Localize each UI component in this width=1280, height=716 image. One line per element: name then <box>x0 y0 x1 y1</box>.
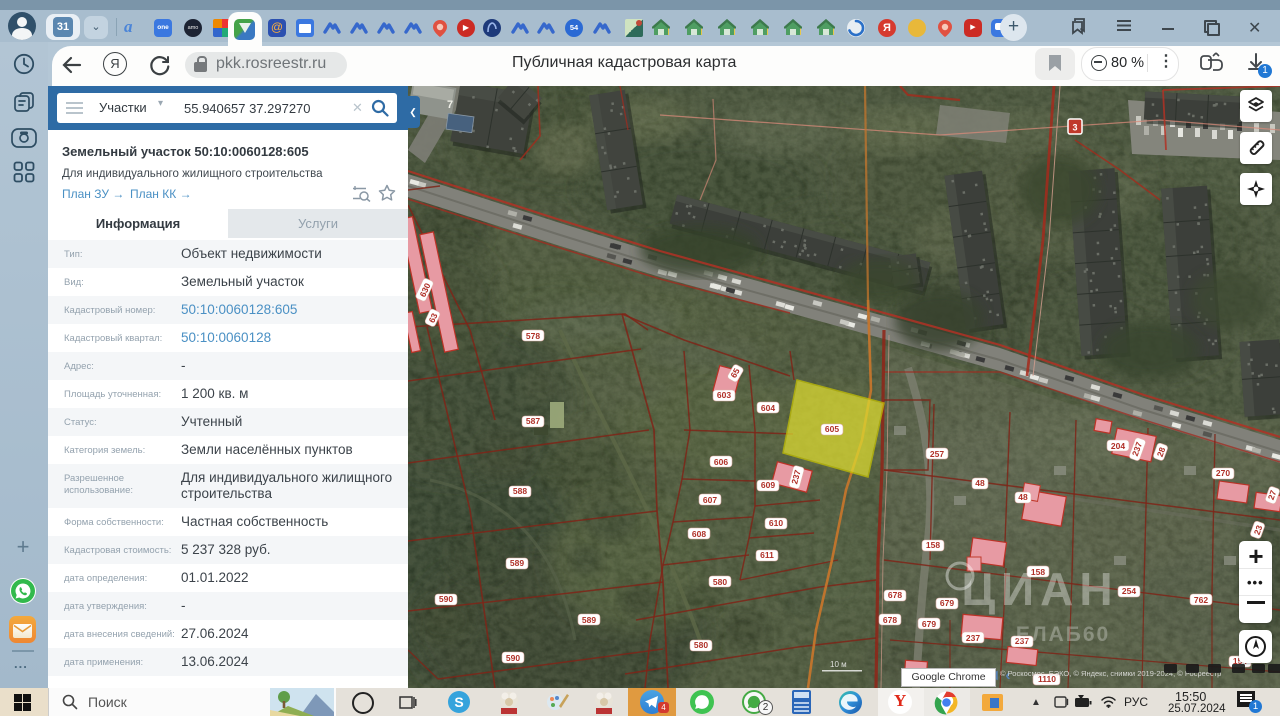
svg-text:604: 604 <box>761 403 775 413</box>
svg-text:603: 603 <box>717 390 731 400</box>
svg-text:609: 609 <box>761 480 775 490</box>
svg-text:10 м: 10 м <box>830 660 847 669</box>
svg-text:588: 588 <box>513 486 527 496</box>
svg-text:257: 257 <box>930 449 944 459</box>
svg-text:254: 254 <box>1122 586 1136 596</box>
svg-text:589: 589 <box>510 558 524 568</box>
svg-text:679: 679 <box>940 598 954 608</box>
svg-text:607: 607 <box>703 495 717 505</box>
svg-text:ЦИАН: ЦИАН <box>961 563 1118 615</box>
svg-text:678: 678 <box>883 615 897 625</box>
svg-text:578: 578 <box>526 331 540 341</box>
svg-text:270: 270 <box>1216 468 1230 478</box>
svg-text:48: 48 <box>975 478 985 488</box>
svg-text:48: 48 <box>1018 492 1028 502</box>
svg-text:611: 611 <box>760 550 774 560</box>
svg-text:589: 589 <box>582 615 596 625</box>
svg-text:ЕЛАБ60: ЕЛАБ60 <box>1016 623 1110 646</box>
svg-text:608: 608 <box>692 529 706 539</box>
svg-text:580: 580 <box>713 577 727 587</box>
svg-text:580: 580 <box>694 640 708 650</box>
svg-text:7: 7 <box>447 99 453 111</box>
svg-text:606: 606 <box>714 457 728 467</box>
svg-text:3: 3 <box>1072 123 1077 133</box>
svg-text:678: 678 <box>888 590 902 600</box>
svg-text:237: 237 <box>966 633 980 643</box>
svg-text:762: 762 <box>1194 595 1208 605</box>
svg-text:610: 610 <box>769 518 783 528</box>
svg-text:587: 587 <box>526 416 540 426</box>
svg-text:590: 590 <box>506 653 520 663</box>
svg-text:158: 158 <box>926 540 940 550</box>
svg-text:204: 204 <box>1111 441 1125 451</box>
svg-text:679: 679 <box>922 619 936 629</box>
svg-text:590: 590 <box>439 594 453 604</box>
svg-text:605: 605 <box>825 424 839 434</box>
